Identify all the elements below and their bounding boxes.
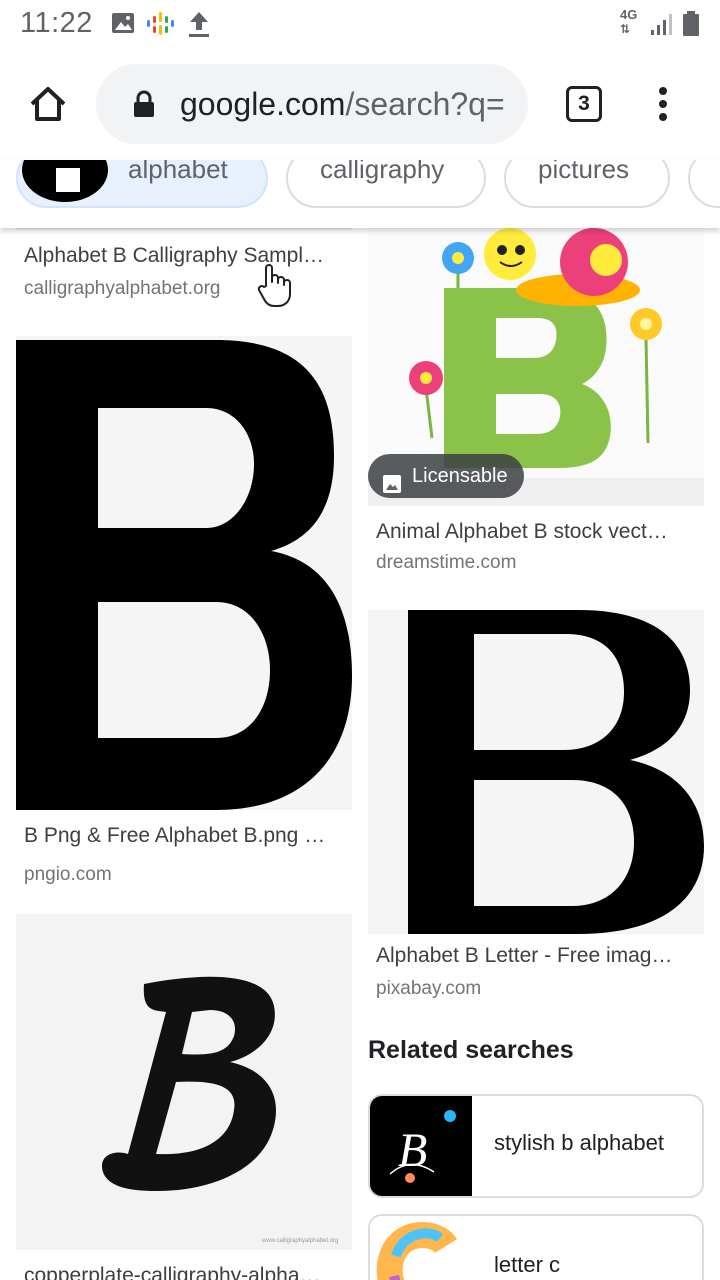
related-label: stylish b alphabet — [494, 1130, 664, 1155]
result-title[interactable]: Animal Alphabet B stock vect… — [376, 520, 696, 544]
browser-toolbar: google.com/search?q= 3 — [0, 48, 720, 160]
result-image[interactable] — [368, 610, 704, 934]
image-icon — [382, 466, 402, 510]
hand-cursor-icon — [256, 262, 292, 313]
more-options-icon[interactable] — [656, 86, 670, 127]
result-source: pngio.com — [24, 864, 112, 885]
status-time: 11:22 — [20, 7, 93, 39]
result-card[interactable]: B Png & Free Alphabet B.png … pngio.com — [16, 336, 352, 896]
image-notification-icon — [110, 10, 136, 41]
upload-notification-icon — [188, 10, 210, 43]
chip-alphabet[interactable]: alphabet — [16, 160, 268, 208]
tab-count: 3 — [578, 92, 590, 115]
thumb-edge — [16, 228, 352, 230]
result-card[interactable]: Licensable Animal Alphabet B stock vect…… — [368, 228, 704, 588]
related-label: letter c — [494, 1252, 561, 1277]
result-image[interactable] — [16, 336, 352, 810]
licensable-label: Licensable — [412, 465, 508, 487]
lock-icon[interactable] — [132, 90, 156, 123]
related-thumbnail — [370, 1216, 472, 1280]
podcasts-notification-icon — [145, 10, 175, 41]
result-image[interactable]: www.calligraphyalphabet.org — [16, 914, 352, 1250]
licensable-badge[interactable]: Licensable — [368, 454, 524, 498]
chip-thumbnail — [22, 160, 108, 202]
watermark-text: www.calligraphyalphabet.org — [261, 1238, 338, 1244]
suggestion-chips: alphabet calligraphy pictures — [0, 160, 720, 228]
svg-text:B: B — [398, 1124, 427, 1177]
result-title[interactable]: Alphabet B Calligraphy Sampl… — [24, 244, 344, 268]
chip-more[interactable] — [688, 160, 720, 208]
network-type-label: 4G — [620, 7, 638, 22]
url-path: /search?q= — [345, 86, 505, 122]
result-title[interactable]: B Png & Free Alphabet B.png … — [24, 824, 344, 848]
related-searches-heading: Related searches — [368, 1036, 574, 1064]
result-title[interactable]: Alphabet B Letter - Free imag… — [376, 944, 696, 968]
result-title[interactable]: copperplate-calligraphy-alpha… — [24, 1264, 344, 1280]
chip-label: pictures — [538, 160, 630, 184]
battery-icon — [682, 10, 700, 43]
url-text[interactable]: google.com/search?q= — [180, 86, 505, 123]
network-type: 4G ⇅ — [620, 7, 638, 37]
tab-switcher-button[interactable]: 3 — [566, 86, 602, 122]
chip-thumbnail-letter — [56, 168, 80, 192]
image-results: Alphabet B Calligraphy Sampl… calligraph… — [0, 228, 720, 1280]
result-source: pixabay.com — [376, 978, 482, 999]
result-card[interactable]: www.calligraphyalphabet.org copperplate-… — [16, 914, 352, 1280]
status-bar: 11:22 4G ⇅ — [0, 0, 720, 48]
chip-calligraphy[interactable]: calligraphy — [286, 160, 486, 208]
related-search-stylish-b[interactable]: B stylish b alphabet — [368, 1094, 704, 1198]
home-icon[interactable] — [28, 84, 68, 129]
data-arrows-icon: ⇅ — [620, 22, 631, 36]
chip-pictures[interactable]: pictures — [504, 160, 670, 208]
related-thumbnail: B — [370, 1096, 472, 1196]
result-source: calligraphyalphabet.org — [24, 278, 221, 299]
result-card[interactable]: Alphabet B Letter - Free imag… pixabay.c… — [368, 610, 704, 1010]
chip-label: calligraphy — [320, 160, 445, 184]
result-source: dreamstime.com — [376, 552, 517, 573]
result-card[interactable]: Alphabet B Calligraphy Sampl… calligraph… — [16, 228, 352, 318]
address-bar[interactable]: google.com/search?q= — [96, 64, 528, 144]
related-search-letter-c[interactable]: letter c — [368, 1214, 704, 1280]
chip-label: alphabet — [128, 160, 228, 184]
url-domain: google.com — [180, 86, 346, 122]
signal-icon — [650, 12, 674, 41]
